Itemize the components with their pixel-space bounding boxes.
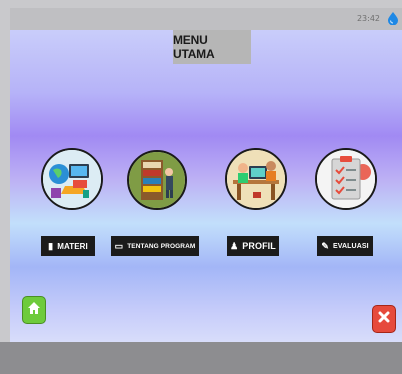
page-title: MENU UTAMA	[173, 30, 251, 64]
main-menu-screen: MENU UTAMA ▮ MATERI ▭ TENTANG PROGRAM ♟ …	[10, 30, 402, 342]
materi-illustration[interactable]	[41, 148, 103, 210]
user-icon: ♟	[230, 240, 239, 251]
evaluasi-button[interactable]: ✎ EVALUASI	[317, 236, 373, 256]
tentang-program-label: TENTANG PROGRAM	[127, 242, 196, 250]
close-icon	[377, 310, 391, 329]
evaluasi-label: EVALUASI	[332, 242, 369, 250]
materi-button[interactable]: ▮ MATERI	[41, 236, 95, 256]
home-button[interactable]	[22, 296, 46, 324]
home-icon	[27, 301, 41, 320]
profil-button[interactable]: ♟ PROFIL	[227, 236, 279, 256]
pencil-icon: ✎	[321, 240, 329, 251]
close-button[interactable]	[372, 305, 396, 333]
profil-label: PROFIL	[242, 241, 276, 251]
evaluasi-illustration[interactable]	[315, 148, 377, 210]
status-bar: 23:42	[10, 8, 402, 30]
tentang-program-button[interactable]: ▭ TENTANG PROGRAM	[111, 236, 199, 256]
materi-label: MATERI	[57, 241, 88, 251]
system-nav-bar	[0, 342, 402, 374]
laptop-icon: ▭	[114, 240, 124, 251]
status-time: 23:42	[356, 14, 380, 23]
tentang-program-illustration[interactable]	[127, 150, 187, 210]
profil-illustration[interactable]	[225, 148, 287, 210]
app-drop-icon	[386, 11, 400, 26]
book-icon: ▮	[48, 240, 54, 251]
